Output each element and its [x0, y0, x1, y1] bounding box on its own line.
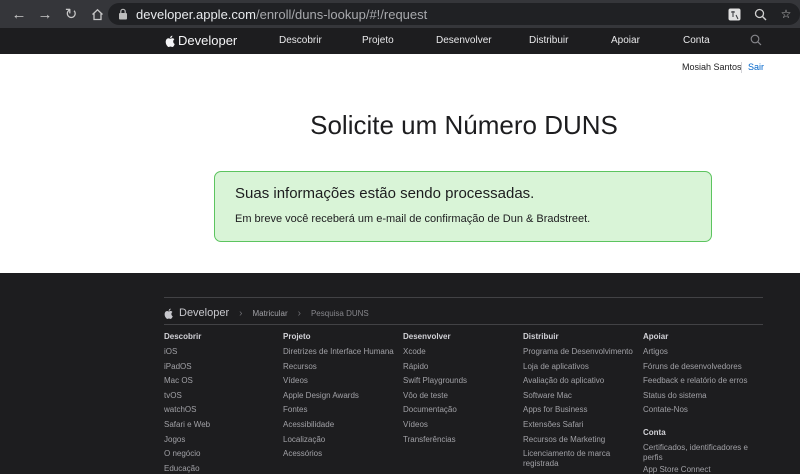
- apple-logo-icon: [165, 35, 175, 47]
- footer-link[interactable]: Apps for Business: [523, 405, 643, 420]
- nav-item-distribute[interactable]: Distribuir: [529, 35, 568, 46]
- footer-link[interactable]: Vídeos: [283, 376, 394, 391]
- footer-link[interactable]: Jogos: [164, 435, 210, 450]
- footer-link[interactable]: Contate-Nos: [643, 405, 763, 420]
- back-arrow-icon[interactable]: ←: [6, 0, 32, 28]
- footer-heading: Apoiar: [643, 332, 669, 341]
- footer-link[interactable]: Fontes: [283, 405, 394, 420]
- footer-link[interactable]: Rápido: [403, 362, 467, 377]
- footer-link[interactable]: Documentação: [403, 405, 467, 420]
- footer-link[interactable]: Certificados, identificadores e perfis: [643, 443, 763, 465]
- footer-link[interactable]: Artigos: [643, 347, 763, 362]
- footer-divider: [164, 324, 763, 325]
- forward-arrow-icon[interactable]: →: [32, 0, 58, 28]
- footer-link[interactable]: Recursos: [283, 362, 394, 377]
- zoom-icon[interactable]: [752, 6, 768, 22]
- user-bar: Mosiah Santos Sair: [0, 62, 800, 76]
- bookmark-star-icon[interactable]: ☆: [778, 6, 794, 22]
- footer-column-design: Projeto Diretrizes de Interface Humana R…: [283, 332, 394, 464]
- footer-link[interactable]: Fóruns de desenvolvedores: [643, 362, 763, 377]
- footer-link[interactable]: Safari e Web: [164, 420, 210, 435]
- reload-icon[interactable]: ↻: [58, 0, 84, 28]
- footer-brand[interactable]: Developer: [179, 307, 229, 319]
- footer-link[interactable]: Programa de Desenvolvimento: [523, 347, 643, 362]
- notice-heading: Suas informações estão sendo processadas…: [235, 185, 535, 202]
- footer-link[interactable]: Diretrizes de Interface Humana: [283, 347, 394, 362]
- footer-link[interactable]: Vídeos: [403, 420, 467, 435]
- footer-link[interactable]: Recursos de Marketing: [523, 435, 643, 450]
- user-name: Mosiah Santos: [682, 62, 742, 72]
- status-notice: Suas informações estão sendo processadas…: [214, 171, 712, 242]
- breadcrumb-enroll[interactable]: Matricular: [252, 309, 287, 318]
- footer-link[interactable]: Software Mac: [523, 391, 643, 406]
- footer-heading: Desenvolver: [403, 332, 451, 341]
- notice-body: Em breve você receberá um e-mail de conf…: [235, 213, 591, 225]
- lock-icon: [119, 8, 127, 20]
- footer-link[interactable]: iOS: [164, 347, 210, 362]
- home-icon[interactable]: [84, 0, 110, 28]
- footer-link[interactable]: O negócio: [164, 449, 210, 464]
- footer-link[interactable]: Status do sistema: [643, 391, 763, 406]
- developer-logo[interactable]: Developer: [165, 33, 237, 48]
- footer-heading: Projeto: [283, 332, 311, 341]
- footer-column-support: Apoiar Artigos Fóruns de desenvolvedores…: [643, 332, 763, 474]
- footer-link[interactable]: App Store Connect: [643, 465, 763, 474]
- apple-logo-icon[interactable]: [164, 308, 173, 319]
- breadcrumb-duns: Pesquisa DUNS: [310, 308, 369, 318]
- footer-divider: [164, 297, 763, 298]
- footer-link[interactable]: Avaliação do aplicativo: [523, 376, 643, 391]
- nav-item-support[interactable]: Apoiar: [611, 35, 640, 46]
- footer-link[interactable]: tvOS: [164, 391, 210, 406]
- footer-link[interactable]: Xcode: [403, 347, 467, 362]
- footer-link[interactable]: Acessibilidade: [283, 420, 394, 435]
- divider: [741, 62, 742, 73]
- footer-link[interactable]: Extensões Safari: [523, 420, 643, 435]
- footer-column-discover: Descobrir iOS iPadOS Mac OS tvOS watchOS…: [164, 332, 210, 474]
- footer-breadcrumb: Developer › Matricular › Pesquisa DUNS: [164, 307, 369, 319]
- page-title: Solicite um Número DUNS: [310, 110, 618, 140]
- chevron-right-icon: ›: [297, 307, 301, 319]
- footer-link[interactable]: Mac OS: [164, 376, 210, 391]
- footer-heading: Conta: [643, 427, 666, 437]
- url-text: developer.apple.com/enroll/duns-lookup/#…: [136, 6, 428, 22]
- footer-link[interactable]: Acessórios: [283, 449, 394, 464]
- footer-heading: Descobrir: [164, 332, 202, 341]
- footer: Developer › Matricular › Pesquisa DUNS D…: [0, 273, 800, 474]
- footer-link[interactable]: Transferências: [403, 435, 467, 450]
- footer-heading: Distribuir: [523, 332, 559, 341]
- footer-column-develop: Desenvolver Xcode Rápido Swift Playgroun…: [403, 332, 467, 449]
- chevron-right-icon: ›: [239, 307, 243, 319]
- footer-link[interactable]: Apple Design Awards: [283, 391, 394, 406]
- nav-item-design[interactable]: Projeto: [362, 35, 394, 46]
- footer-link[interactable]: Swift Playgrounds: [403, 376, 467, 391]
- address-bar[interactable]: developer.apple.com/enroll/duns-lookup/#…: [108, 3, 800, 25]
- translate-icon[interactable]: [726, 6, 742, 22]
- browser-toolbar: ← → ↻ developer.apple.com/enroll/duns-lo…: [0, 0, 800, 28]
- footer-link[interactable]: Vôo de teste: [403, 391, 467, 406]
- footer-link[interactable]: watchOS: [164, 405, 210, 420]
- nav-item-account[interactable]: Conta: [683, 35, 710, 46]
- footer-link[interactable]: Feedback e relatório de erros: [643, 376, 763, 391]
- footer-link[interactable]: Localização: [283, 435, 394, 450]
- nav-item-discover[interactable]: Descobrir: [279, 35, 322, 46]
- footer-link[interactable]: iPadOS: [164, 362, 210, 377]
- developer-nav: Developer Descobrir Projeto Desenvolver …: [0, 28, 800, 54]
- search-icon[interactable]: [750, 34, 762, 46]
- footer-link[interactable]: Licenciamento de marca registrada: [523, 449, 643, 471]
- footer-link[interactable]: Educação: [164, 464, 210, 474]
- brand-label: Developer: [178, 33, 238, 48]
- nav-item-develop[interactable]: Desenvolver: [436, 35, 492, 46]
- sign-out-link[interactable]: Sair: [748, 62, 764, 72]
- footer-column-distribute: Distribuir Programa de Desenvolvimento L…: [523, 332, 643, 471]
- footer-link[interactable]: Loja de aplicativos: [523, 362, 643, 377]
